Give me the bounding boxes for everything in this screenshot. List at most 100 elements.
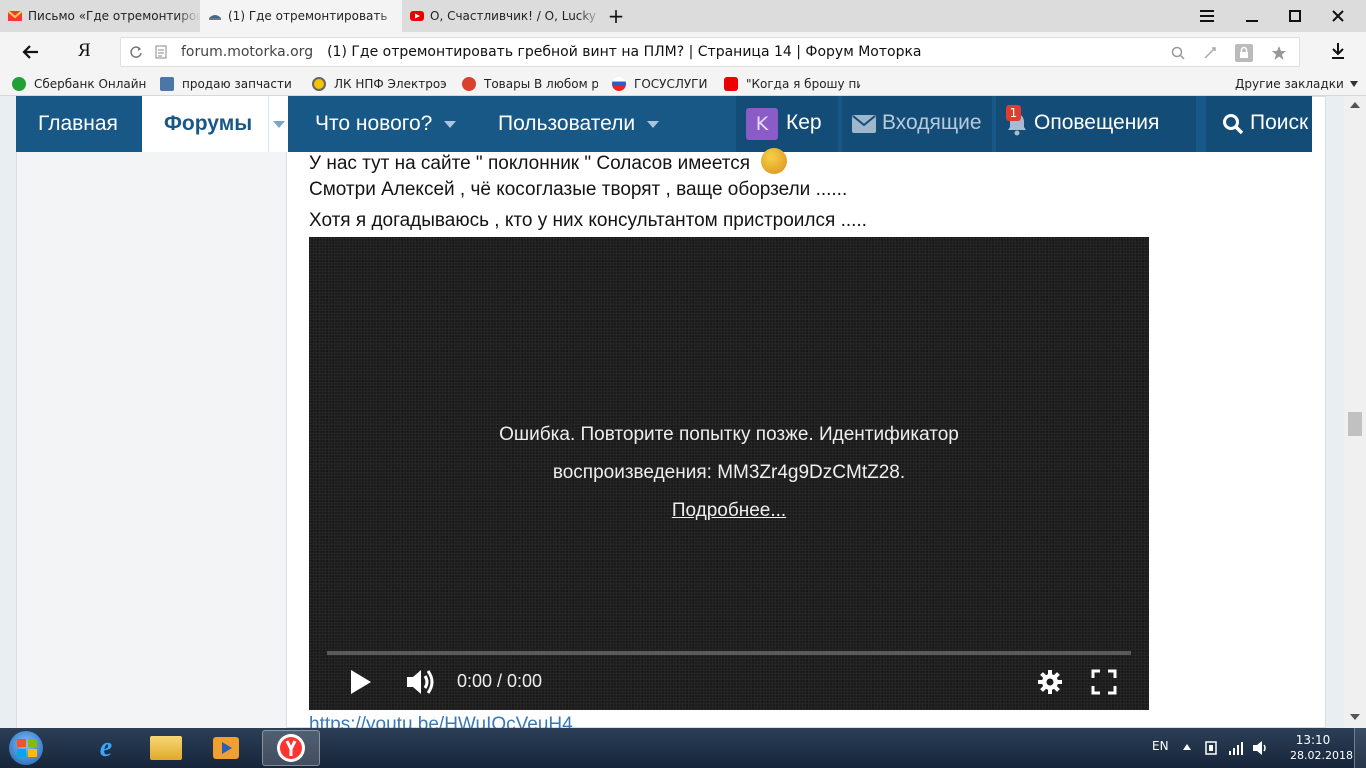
nav-forums-dropdown[interactable] [268,96,288,152]
video-error-text: Ошибка. Повторите попытку позже. Идентиф… [499,424,959,445]
tab-strip: Письмо «Где отремонтиров (1) Где отремон… [0,0,1366,32]
tab-forum[interactable]: (1) Где отремонтировать [200,0,402,32]
nav-whats-new[interactable]: Что нового? [315,96,457,152]
video-error-id: воспроизведения: MM3Zr4g9DzCMtZ28. [552,462,906,483]
windows-logo-icon [9,731,43,765]
tab-youtube[interactable]: О, Счастливчик! / О, Lucky [402,0,602,32]
tab-label: О, Счастливчик! / О, Lucky [430,9,597,23]
bookmark-npf[interactable]: ЛК НПФ Электроэ [312,76,448,92]
taskbar-explorer[interactable] [138,730,194,766]
address-field[interactable]: forum.motorka.org (1) Где отремонтироват… [120,37,1300,67]
fullscreen-icon[interactable] [1091,669,1117,695]
bookmark-vk[interactable]: продаю запчасти [160,76,296,92]
nav-inbox[interactable]: Входящие [842,96,992,152]
yandex-browser-icon [277,734,305,762]
scroll-down-icon[interactable] [1350,714,1360,720]
lock-icon[interactable] [1235,44,1253,62]
protect-icon[interactable] [1203,46,1217,60]
nav-home[interactable]: Главная [38,96,118,152]
reload-icon[interactable] [130,45,143,59]
clock-time: 13:10 [1295,733,1331,747]
play-icon[interactable] [349,669,373,695]
youtube-embed[interactable]: Ошибка. Повторите попытку позже. Идентиф… [309,237,1149,710]
page-info-icon[interactable] [155,45,167,59]
media-player-icon [213,737,239,759]
youtube-icon [724,77,738,91]
avatar: K [746,108,778,140]
scroll-thumb[interactable] [1348,412,1362,436]
show-desktop-button[interactable] [1354,728,1366,768]
search-label: Поиск [1250,111,1309,134]
bookmark-goods[interactable]: Товары В любом р [462,76,598,92]
download-icon[interactable] [1330,42,1346,64]
alert-count-badge: 1 [1006,105,1021,121]
tab-mail[interactable]: Письмо «Где отремонтиров [0,0,200,32]
other-bookmarks[interactable]: Другие закладки [1235,76,1358,92]
nav-alerts[interactable]: 1 Оповещения [996,96,1196,152]
vk-icon [160,77,174,91]
nav-members[interactable]: Пользователи [498,96,660,152]
back-arrow-icon[interactable] [20,41,44,63]
chevron-down-icon [1349,81,1358,87]
yandex-mail-icon [8,10,22,21]
page-scrollbar[interactable] [1344,96,1366,728]
bookmark-gosuslugi[interactable]: ГОСУСЛУГИ [612,76,722,92]
user-name: Кер [786,111,822,134]
url-domain: forum.motorka.org [181,44,314,60]
start-button[interactable] [6,730,46,766]
video-time: 0:00 / 0:00 [457,671,543,691]
language-indicator[interactable]: EN [1152,739,1169,753]
sberbank-icon [12,77,26,91]
taskbar-yandex-browser[interactable] [262,730,320,766]
device-icon[interactable] [1204,740,1218,756]
chevron-down-icon [272,120,285,128]
windows-taskbar: e EN 13:10 28.02.2018 [0,728,1366,768]
npf-icon [312,77,326,91]
volume-icon[interactable] [405,667,437,697]
forum-navbar: Главная Форумы Что нового? Пользователи … [16,96,1312,152]
yandex-logo[interactable]: Я [78,40,91,62]
chevron-down-icon [647,120,660,128]
taskbar-media-player[interactable] [198,730,254,766]
network-signal-icon[interactable] [1228,740,1244,756]
alerts-label: Оповещения [1034,111,1160,134]
page-title: (1) Где отремонтировать гребной винт на … [327,44,922,60]
scroll-up-icon[interactable] [1350,102,1360,108]
zoom-icon[interactable] [1171,46,1185,60]
menu-hamburger-icon[interactable] [1195,4,1219,28]
address-toolbar: Я forum.motorka.org (1) Где отремонтиров… [0,32,1366,72]
video-progress-bar[interactable] [327,651,1131,655]
clock-date: 28.02.2018 [1290,749,1353,762]
inbox-label: Входящие [882,111,982,134]
folder-icon [150,736,182,760]
video-error-more: Подробнее... [309,500,1149,522]
minimize-icon[interactable] [1240,4,1264,28]
close-icon[interactable] [1326,4,1350,28]
taskbar-ie[interactable]: e [78,730,134,766]
laughing-emoji-icon [761,148,788,174]
post-text-line: У нас тут на сайте " поклонник " Соласов… [309,148,788,175]
nav-search[interactable]: Поиск [1206,96,1312,152]
bookmark-star-icon[interactable] [1271,45,1287,61]
page-viewport: Главная Форумы Что нового? Пользователи … [0,96,1344,728]
video-link[interactable]: https://youtu.be/HWuIOcVeuH4 [309,714,573,728]
settings-gear-icon[interactable] [1037,669,1063,695]
bookmark-sberbank[interactable]: Сбербанк Онлайн [12,76,148,92]
internet-explorer-icon: e [99,732,113,763]
tray-clock[interactable]: 13:10 28.02.2018 [1290,732,1353,764]
volume-tray-icon[interactable] [1252,740,1270,756]
goods-icon [462,77,476,91]
tray-expand-icon[interactable] [1183,744,1191,750]
maximize-icon[interactable] [1283,4,1307,28]
youtube-icon [410,11,424,21]
motorka-icon [209,15,221,20]
search-icon [1223,114,1244,135]
nav-forums[interactable]: Форумы [142,96,288,152]
post-text-line: Хотя я догадываюсь , кто у них консульта… [309,210,867,231]
post-author-column [17,97,287,728]
more-info-link[interactable]: Подробнее... [672,500,786,521]
new-tab-plus-icon[interactable]: + [604,4,628,28]
nav-user[interactable]: K Кер [736,96,838,152]
chevron-down-icon [444,120,457,128]
bookmark-youtube[interactable]: "Когда я брошу пи [724,76,860,92]
